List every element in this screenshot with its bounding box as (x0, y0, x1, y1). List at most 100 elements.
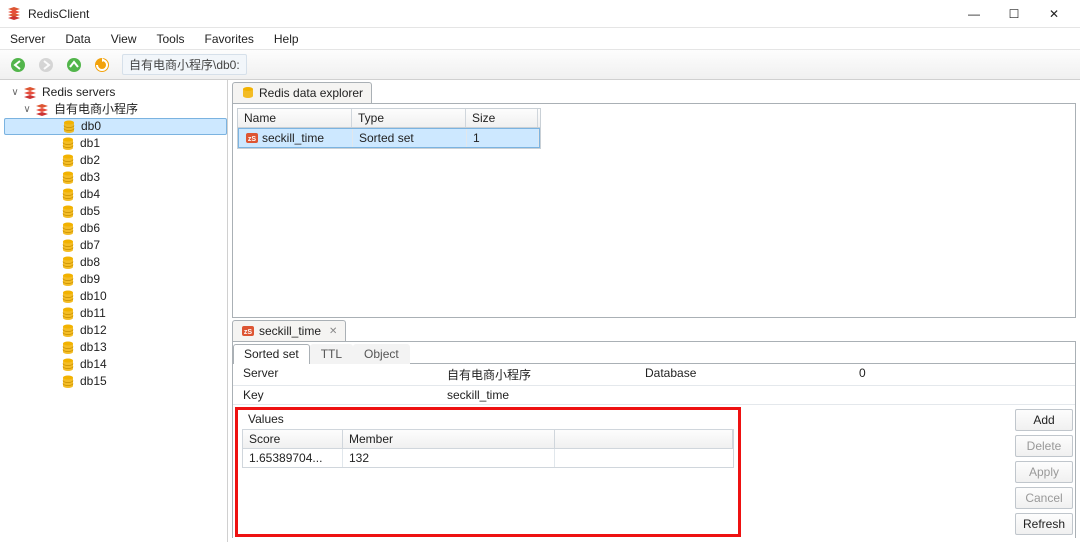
database-icon (60, 340, 76, 356)
tree-root[interactable]: ∨ Redis servers (4, 84, 227, 101)
database-icon (60, 153, 76, 169)
close-icon[interactable]: ✕ (329, 326, 337, 337)
tree-db-label: db6 (80, 220, 100, 237)
back-button[interactable] (6, 53, 30, 77)
svg-text:zS: zS (244, 329, 253, 336)
redis-tree: ∨ Redis servers ∨ 自有电商小程序 db0db1db2db3db… (4, 84, 227, 390)
database-icon (60, 272, 76, 288)
delete-button[interactable]: Delete (1015, 435, 1073, 457)
col-blank (555, 430, 733, 448)
subtab-sortedset[interactable]: Sorted set (233, 344, 310, 364)
tree-db-db15[interactable]: db15 (4, 373, 227, 390)
menu-help[interactable]: Help (270, 30, 303, 48)
menu-server[interactable]: Server (6, 30, 49, 48)
database-icon (60, 238, 76, 254)
sortedset-icon: zS (245, 131, 259, 145)
tree-db-label: db12 (80, 322, 107, 339)
tree-db-db11[interactable]: db11 (4, 305, 227, 322)
database-icon (60, 306, 76, 322)
subtab-object[interactable]: Object (353, 344, 410, 364)
tree-db-db14[interactable]: db14 (4, 356, 227, 373)
tree-db-db3[interactable]: db3 (4, 169, 227, 186)
database-icon (60, 187, 76, 203)
database-icon (60, 357, 76, 373)
value-score: 1.65389704... (243, 449, 343, 467)
tree-db-label: db14 (80, 356, 107, 373)
explorer-row[interactable]: zS seckill_time Sorted set 1 (238, 128, 540, 148)
col-member[interactable]: Member (343, 430, 555, 448)
svg-text:zS: zS (248, 136, 257, 143)
tree-db-label: db3 (80, 169, 100, 186)
database-icon (60, 204, 76, 220)
tree-db-db9[interactable]: db9 (4, 271, 227, 288)
values-row[interactable]: 1.65389704... 132 (243, 449, 733, 467)
sortedset-icon: zS (241, 324, 255, 338)
cancel-button[interactable]: Cancel (1015, 487, 1073, 509)
tree-db-db6[interactable]: db6 (4, 220, 227, 237)
forward-button[interactable] (34, 53, 58, 77)
tree-db-db1[interactable]: db1 (4, 135, 227, 152)
explorer-tab-label: Redis data explorer (259, 86, 363, 100)
database-icon (60, 289, 76, 305)
menubar: Server Data View Tools Favorites Help (0, 28, 1080, 50)
col-score[interactable]: Score (243, 430, 343, 448)
window-minimize-button[interactable]: — (954, 2, 994, 26)
chevron-down-icon[interactable]: ∨ (8, 84, 22, 101)
server-value: 自有电商小程序 (447, 366, 645, 383)
menu-view[interactable]: View (107, 30, 141, 48)
database-icon (61, 119, 77, 135)
col-name[interactable]: Name (238, 109, 352, 127)
tree-db-label: db2 (80, 152, 100, 169)
tree-db-label: db8 (80, 254, 100, 271)
database-icon (241, 86, 255, 100)
chevron-down-icon[interactable]: ∨ (20, 101, 34, 118)
refresh-button[interactable] (90, 53, 114, 77)
database-icon (60, 323, 76, 339)
server-label: Server (243, 366, 447, 383)
tree-server[interactable]: ∨ 自有电商小程序 (4, 101, 227, 118)
col-type[interactable]: Type (352, 109, 466, 127)
tree-db-db2[interactable]: db2 (4, 152, 227, 169)
row-name: seckill_time (262, 131, 324, 145)
subtab-ttl[interactable]: TTL (310, 344, 353, 364)
col-size[interactable]: Size (466, 109, 538, 127)
detail-tab[interactable]: zS seckill_time ✕ (232, 320, 346, 341)
database-icon (60, 255, 76, 271)
tree-db-db12[interactable]: db12 (4, 322, 227, 339)
tree-db-db7[interactable]: db7 (4, 237, 227, 254)
tree-db-db13[interactable]: db13 (4, 339, 227, 356)
tree-db-db10[interactable]: db10 (4, 288, 227, 305)
window-maximize-button[interactable]: ☐ (994, 2, 1034, 26)
redis-icon (22, 85, 38, 101)
database-icon (60, 136, 76, 152)
explorer-tab[interactable]: Redis data explorer (232, 82, 372, 103)
sidebar: ∨ Redis servers ∨ 自有电商小程序 db0db1db2db3db… (0, 80, 228, 542)
tree-db-label: db15 (80, 373, 107, 390)
tree-db-label: db7 (80, 237, 100, 254)
tree-db-db4[interactable]: db4 (4, 186, 227, 203)
values-table[interactable]: Score Member 1.65389704... 132 (242, 429, 734, 468)
database-icon (60, 221, 76, 237)
detail-panel: Sorted set TTL Object Server 自有电商小程序 Dat… (232, 341, 1076, 538)
key-label: Key (243, 388, 447, 402)
app-icon (6, 6, 22, 22)
value-member: 132 (343, 449, 555, 467)
menu-data[interactable]: Data (61, 30, 94, 48)
menu-tools[interactable]: Tools (153, 30, 189, 48)
add-button[interactable]: Add (1015, 409, 1073, 431)
database-icon (60, 374, 76, 390)
detail-subtabs: Sorted set TTL Object (233, 342, 1075, 364)
address-bar[interactable]: 自有电商小程序\db0: (122, 54, 247, 75)
tree-db-label: db13 (80, 339, 107, 356)
tree-db-db0[interactable]: db0 (4, 118, 227, 135)
tree-db-db5[interactable]: db5 (4, 203, 227, 220)
refresh-detail-button[interactable]: Refresh (1015, 513, 1073, 535)
window-close-button[interactable]: ✕ (1034, 2, 1074, 26)
values-highlight-box: Values Score Member 1.65389704... 132 (235, 407, 741, 537)
up-button[interactable] (62, 53, 86, 77)
tree-db-label: db10 (80, 288, 107, 305)
tree-db-db8[interactable]: db8 (4, 254, 227, 271)
apply-button[interactable]: Apply (1015, 461, 1073, 483)
explorer-panel: Name Type Size zS seckill_time Sorted se… (232, 103, 1076, 318)
menu-favorites[interactable]: Favorites (201, 30, 258, 48)
